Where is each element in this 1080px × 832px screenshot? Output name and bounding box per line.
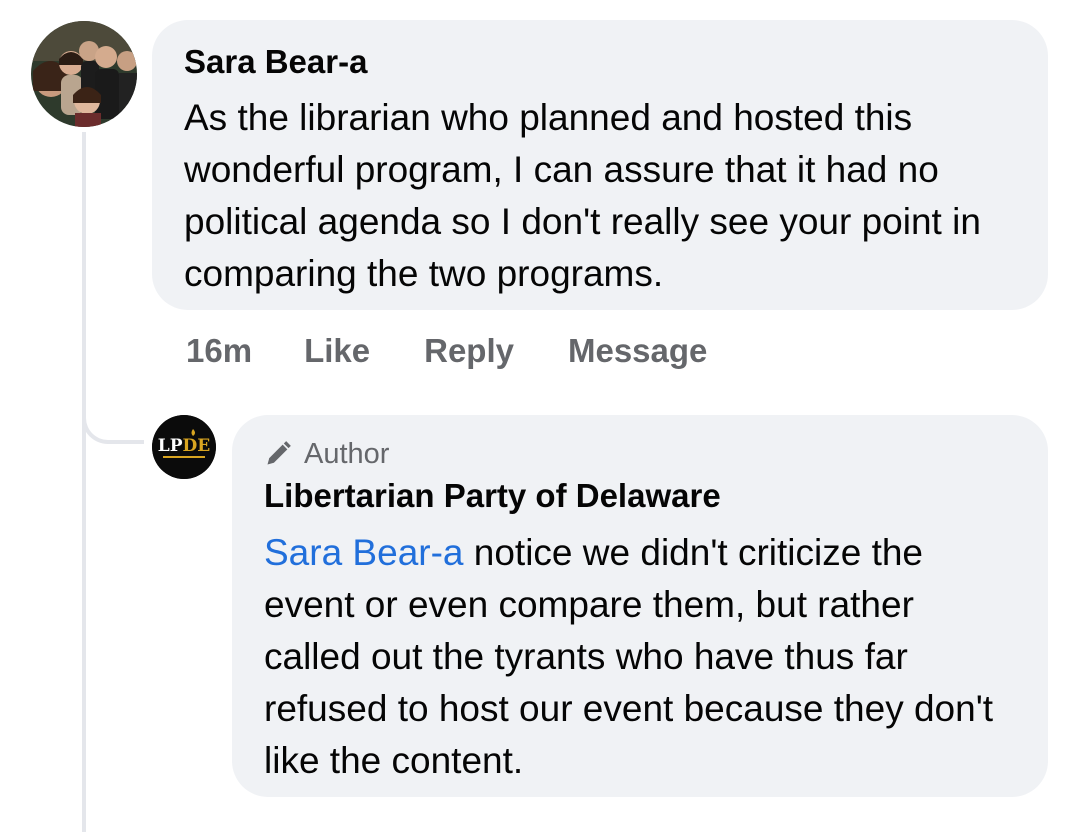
author-badge-label: Author <box>304 438 390 470</box>
page-avatar[interactable]: LPDE <box>152 415 216 479</box>
reply-button[interactable]: Reply <box>424 332 514 370</box>
comment-actions: 16m Like Reply Message <box>186 326 761 376</box>
like-button[interactable]: Like <box>304 332 370 370</box>
author-badge: Author <box>264 435 1018 473</box>
reply-bubble: Author Libertarian Party of Delaware Sar… <box>232 415 1048 797</box>
comment-bubble: Sara Bear-a As the librarian who planned… <box>152 20 1048 310</box>
reply-text: Sara Bear-a notice we didn't criticize t… <box>264 527 1018 787</box>
comment-text: As the librarian who planned and hosted … <box>184 97 981 294</box>
message-button[interactable]: Message <box>568 332 707 370</box>
avatar[interactable] <box>31 21 137 127</box>
mention-link[interactable]: Sara Bear-a <box>264 532 464 573</box>
thread-line <box>82 132 86 832</box>
comment-timestamp[interactable]: 16m <box>186 332 252 370</box>
page-avatar-logo: LPDE <box>158 436 210 456</box>
reply-author-name[interactable]: Libertarian Party of Delaware <box>264 475 1018 517</box>
pencil-icon <box>267 441 291 465</box>
thread-connector <box>82 380 144 444</box>
comment-author-name[interactable]: Sara Bear-a <box>184 42 1018 82</box>
